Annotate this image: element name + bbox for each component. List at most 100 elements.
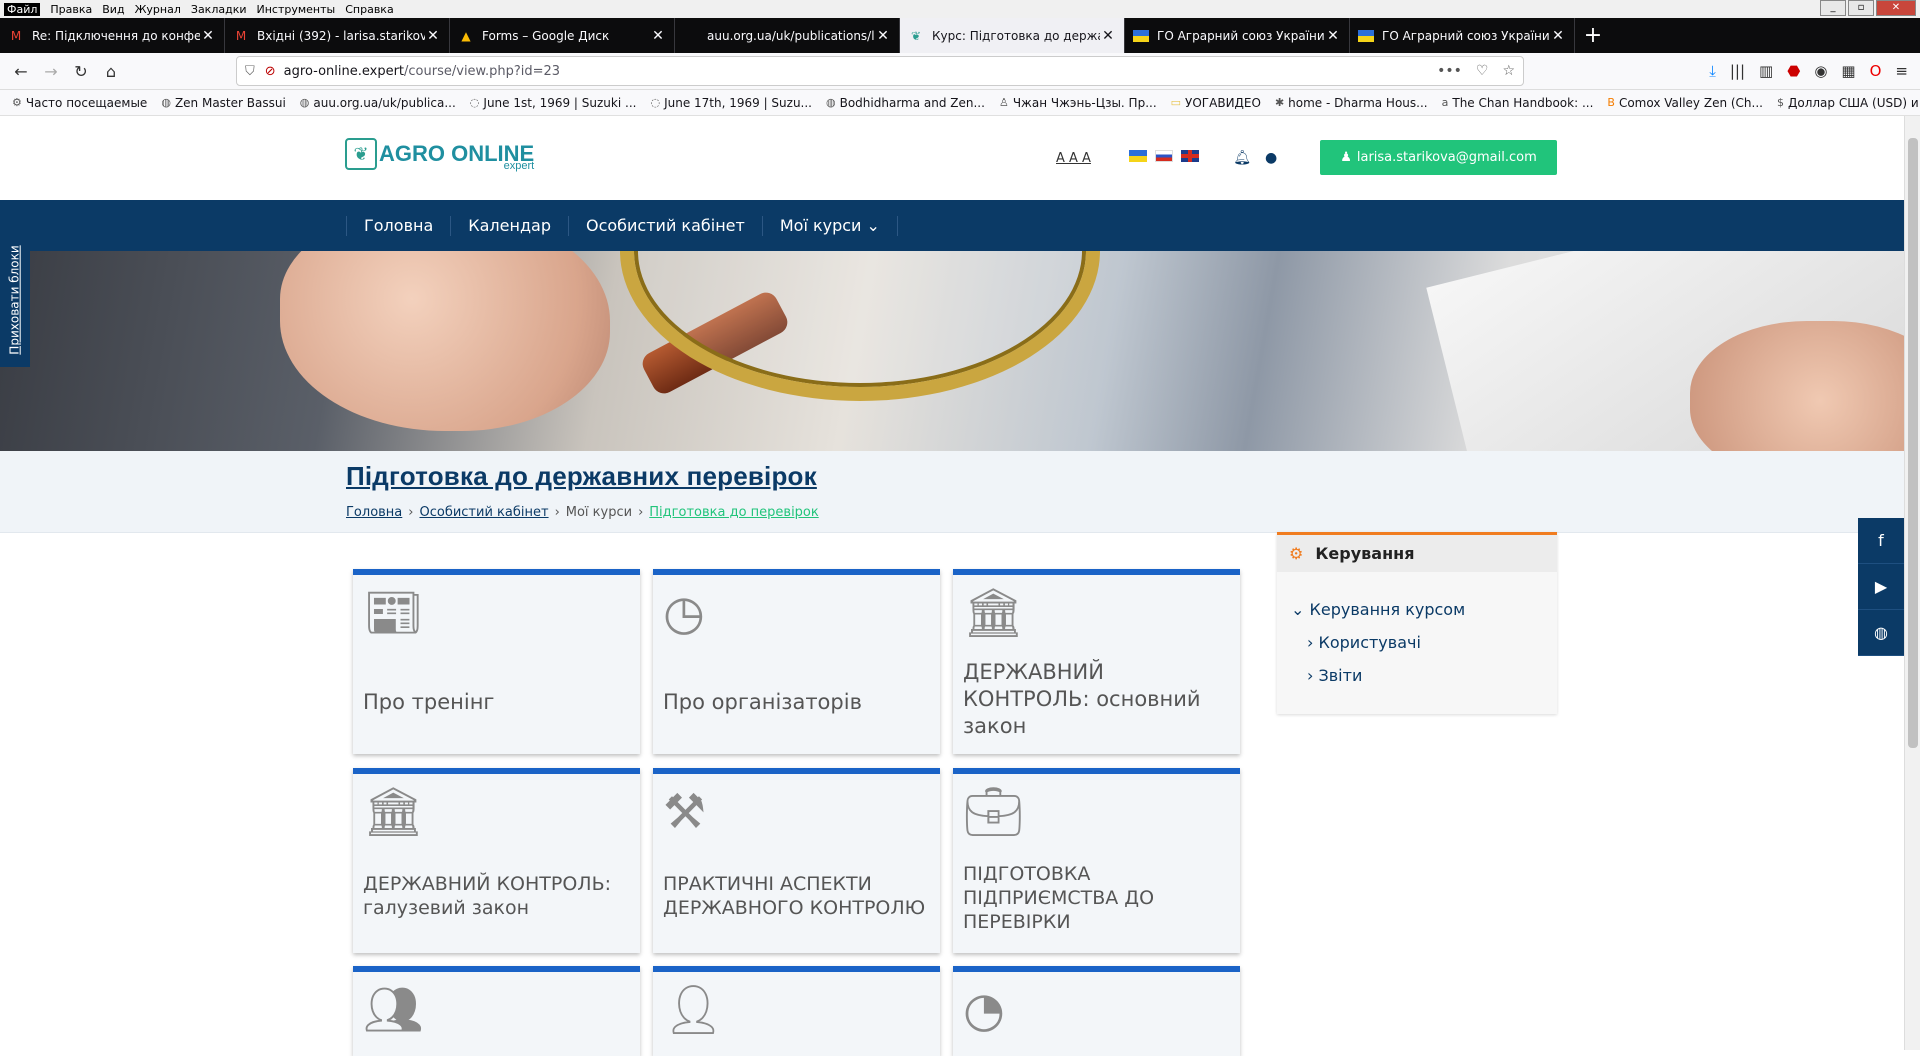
institution-icon: 🏛︎ (363, 784, 424, 840)
bookmark-item[interactable]: ⚙ Часто посещаемые (12, 96, 147, 110)
breadcrumb-dashboard[interactable]: Особистий кабінет (419, 505, 548, 520)
bookmark-item[interactable]: $ Доллар США (USD) и ... (1777, 96, 1920, 110)
reports-link[interactable]: › Звіти (1307, 666, 1362, 685)
section-tile[interactable]: 💼︎ ПІДГОТОВКА ПІДПРИЄМСТВА ДО ПЕРЕВІРКИ (953, 768, 1240, 953)
users-link[interactable]: › Користувачі (1307, 633, 1421, 652)
new-tab-button[interactable]: + (1575, 18, 1611, 53)
ukraine-flag-icon[interactable] (1128, 150, 1147, 162)
uk-flag-icon[interactable] (1181, 150, 1200, 162)
section-tile[interactable]: ◷ Про організаторів (653, 569, 940, 754)
user-menu-button[interactable]: ♟ larisa.starikova@gmail.com (1320, 140, 1557, 175)
home-icon[interactable]: ⌂ (96, 56, 126, 86)
bookmark-item[interactable]: ✱ home - Dharma Hous... (1275, 96, 1428, 110)
bell-icon[interactable]: 🔔︎ (1233, 150, 1251, 166)
section-tile[interactable]: 👥︎ (353, 966, 640, 1056)
bookmark-item[interactable]: ◍ Bodhidharma and Zen... (826, 96, 985, 110)
browser-tab[interactable]: ГО Аграрний союз України ✕ (1350, 18, 1575, 53)
library-icon[interactable]: ||| (1730, 62, 1745, 80)
sidebar-icon[interactable]: ▥ (1759, 62, 1773, 80)
site-logo[interactable]: ❦ AGRO ONLINE expert (345, 138, 534, 172)
globe-icon[interactable]: ◍ (1858, 610, 1904, 656)
nav-calendar[interactable]: Календар (450, 215, 568, 236)
hero-banner-image (0, 251, 1904, 451)
menu-view[interactable]: Вид (102, 3, 124, 16)
section-title: Про організаторів (663, 690, 862, 714)
pocket-icon[interactable]: ♡ (1476, 63, 1489, 79)
breadcrumb-current[interactable]: Підготовка до перевірок (649, 505, 818, 520)
close-window-button[interactable]: ✕ (1876, 0, 1916, 16)
browser-navbar: ← → ↻ ⌂ ⛉ ⊘ agro-online.expert/course/vi… (0, 53, 1920, 90)
bookmark-item[interactable]: ◌ June 17th, 1969 | Suzu... (650, 96, 812, 110)
russia-flag-icon[interactable] (1155, 150, 1174, 162)
bookmark-item[interactable]: ◍ Zen Master Bassui (161, 96, 285, 110)
forward-icon[interactable]: → (36, 56, 66, 86)
bookmark-item[interactable]: B Comox Valley Zen (Ch... (1607, 96, 1763, 110)
browser-tab[interactable]: ГО Аграрний союз України ✕ (1125, 18, 1350, 53)
adblock-icon[interactable]: ⬣ (1787, 62, 1800, 80)
menu-history[interactable]: Журнал (135, 3, 181, 16)
section-tile[interactable]: 🏛︎ ДЕРЖАВНИЙ КОНТРОЛЬ: галузевий закон (353, 768, 640, 953)
section-tile[interactable]: ◔ (953, 966, 1240, 1056)
close-tab-icon[interactable]: ✕ (1325, 28, 1341, 44)
scrollbar-thumb[interactable] (1908, 138, 1918, 748)
download-icon[interactable]: ⤓ (1709, 62, 1716, 80)
section-tile[interactable]: 📰︎ Про тренінг (353, 569, 640, 754)
minimize-button[interactable]: _ (1820, 0, 1846, 16)
more-actions-icon[interactable]: ••• (1437, 63, 1462, 79)
bookmark-star-icon[interactable]: ☆ (1502, 63, 1515, 79)
bookmark-item[interactable]: ◍ auu.org.ua/uk/publica... (300, 96, 456, 110)
browser-tab[interactable]: M Вхідні (392) - larisa.starikova@...✕ (225, 18, 450, 53)
bookmark-item[interactable]: ◌ June 1st, 1969 | Suzuki ... (470, 96, 637, 110)
browser-tab-active[interactable]: ❦ Курс: Підготовка до державни...✕ (900, 18, 1125, 53)
menu-file[interactable]: Файл (4, 2, 41, 16)
shield-icon[interactable]: ⛉ (245, 64, 255, 79)
nav-my-courses[interactable]: Мої курси ⌄ (761, 215, 898, 236)
hide-blocks-toggle[interactable]: Приховати блоки (0, 232, 30, 367)
maximize-button[interactable]: ▫ (1848, 0, 1874, 16)
close-tab-icon[interactable]: ✕ (1550, 28, 1566, 44)
breadcrumb-my-courses: Мої курси (565, 505, 633, 520)
section-title: ДЕРЖАВНИЙ КОНТРОЛЬ: галузевий закон (363, 873, 612, 919)
bookmark-item[interactable]: ▭ УОГАВИДЕО (1171, 96, 1261, 110)
breadcrumb-home[interactable]: Головна (346, 505, 402, 520)
users-icon: 👥︎ (363, 982, 424, 1038)
chevron-right-icon: › (408, 505, 414, 520)
close-tab-icon[interactable]: ✕ (425, 28, 441, 44)
browser-tab[interactable]: M Re: Підключення до конфере...✕ (0, 18, 225, 53)
bookmark-item[interactable]: ♙ Чжан Чжэнь-Цзы. Пр... (999, 96, 1157, 110)
clock-icon: ◷ (663, 585, 705, 641)
close-tab-icon[interactable]: ✕ (650, 28, 666, 44)
browser-tab[interactable]: ▲ Forms – Google Диск ✕ (450, 18, 675, 53)
bookmark-item[interactable]: a The Chan Handbook: ... (1442, 96, 1594, 110)
section-title: ДЕРЖАВНИЙ КОНТРОЛЬ: основний закон (963, 660, 1201, 738)
nav-dashboard[interactable]: Особистий кабінет (567, 215, 762, 236)
hamburger-menu-icon[interactable]: ≡ (1895, 62, 1908, 80)
font-size-switcher[interactable]: A A A (1056, 151, 1091, 166)
menu-edit[interactable]: Правка (50, 3, 92, 16)
menu-help[interactable]: Справка (345, 3, 393, 16)
logo-leaf-icon: ❦ (345, 138, 377, 170)
menu-bookmarks[interactable]: Закладки (191, 3, 247, 16)
close-tab-icon[interactable]: ✕ (200, 28, 216, 44)
opera-icon[interactable]: O (1870, 62, 1882, 80)
youtube-icon[interactable]: ▶ (1858, 564, 1904, 610)
account-icon[interactable]: ◉ (1814, 62, 1827, 80)
extension-icon[interactable]: ▦ (1841, 62, 1855, 80)
chat-icon[interactable]: ● (1265, 150, 1277, 166)
page-title[interactable]: Підготовка до державних перевірок (346, 461, 817, 492)
close-tab-icon[interactable]: ✕ (1100, 28, 1116, 44)
back-icon[interactable]: ← (6, 56, 36, 86)
nav-home[interactable]: Головна (346, 215, 450, 236)
reload-icon[interactable]: ↻ (66, 56, 96, 86)
insecure-icon[interactable]: ⊘ (265, 64, 276, 79)
url-bar[interactable]: ⛉ ⊘ agro-online.expert/course/view.php?i… (236, 56, 1524, 86)
facebook-icon[interactable]: f (1858, 518, 1904, 564)
section-tile[interactable]: 🏛︎ ДЕРЖАВНИЙ КОНТРОЛЬ: основний закон (953, 569, 1240, 754)
browser-tab[interactable]: auu.org.ua/uk/publications/list/✕ (675, 18, 900, 53)
menu-tools[interactable]: Инструменты (257, 3, 336, 16)
page-scrollbar[interactable] (1904, 116, 1920, 1050)
section-tile[interactable]: ⚒ ПРАКТИЧНІ АСПЕКТИ ДЕРЖАВНОГО КОНТРОЛЮ (653, 768, 940, 953)
section-tile[interactable]: 👤︎ (653, 966, 940, 1056)
close-tab-icon[interactable]: ✕ (875, 28, 891, 44)
course-admin-link[interactable]: ⌄ Керування курсом (1291, 600, 1465, 619)
